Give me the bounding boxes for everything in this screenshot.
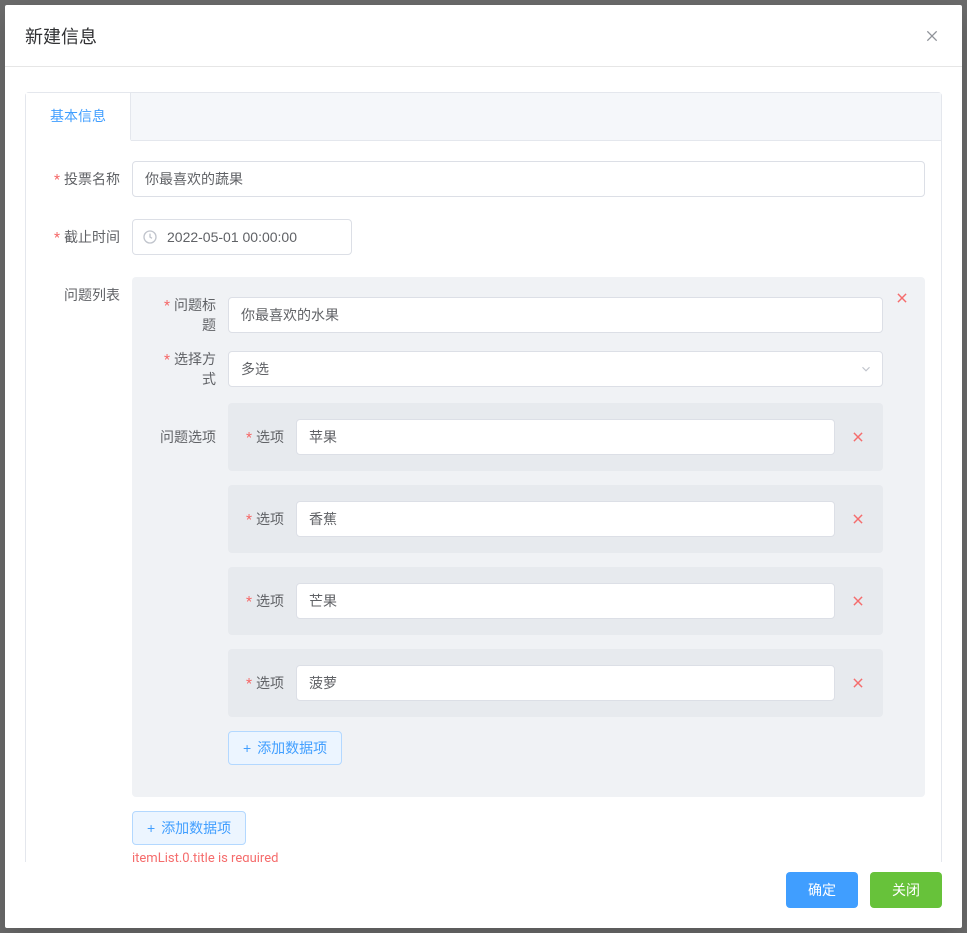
options-column: 选项 选项 [228,403,883,765]
option-input-1[interactable] [296,501,835,537]
label-question-options: 问题选项 [150,403,228,447]
row-question-options: 问题选项 选项 [150,403,883,765]
deadline-input[interactable] [132,219,352,255]
close-icon [851,676,865,690]
option-row: 选项 [228,567,883,635]
plus-icon: + [243,740,251,756]
label-option: 选项 [244,427,296,447]
dialog-footer: 确定 关闭 [5,862,962,928]
label-option: 选项 [244,591,296,611]
select-mode-value[interactable] [228,351,883,387]
close-icon [851,430,865,444]
row-vote-name: 投票名称 [42,161,925,197]
vote-name-input[interactable] [132,161,925,197]
close-icon [895,291,909,305]
dialog-body: 基本信息 投票名称 截止时间 [5,67,962,862]
close-icon [851,512,865,526]
remove-option-button[interactable] [849,674,867,692]
select-mode-dropdown[interactable] [228,351,883,387]
remove-question-button[interactable] [893,289,911,307]
dialog-header: 新建信息 [5,5,962,67]
option-input-0[interactable] [296,419,835,455]
row-question-title: 问题标题 [150,295,883,335]
add-option-button[interactable]: + 添加数据项 [228,731,342,765]
option-row: 选项 [228,485,883,553]
validation-error: itemList.0.title is required [132,851,925,862]
option-input-3[interactable] [296,665,835,701]
remove-option-button[interactable] [849,510,867,528]
row-question-list: 问题列表 问题标题 选择方式 [42,277,925,862]
dialog-title: 新建信息 [25,23,97,49]
chevron-down-icon [859,362,873,376]
row-select-mode: 选择方式 [150,349,883,389]
clock-icon [142,229,158,245]
confirm-button[interactable]: 确定 [786,872,858,908]
label-option: 选项 [244,509,296,529]
confirm-button-label: 确定 [808,880,836,900]
tabs-bar: 基本信息 [26,93,941,141]
tab-basic-info[interactable]: 基本信息 [26,93,131,141]
deadline-picker[interactable] [132,219,352,255]
close-button-label: 关闭 [892,880,920,900]
add-question-label: 添加数据项 [161,818,231,838]
label-option: 选项 [244,673,296,693]
question-title-input[interactable] [228,297,883,333]
row-deadline: 截止时间 [42,219,925,255]
close-icon [924,28,940,44]
label-vote-name: 投票名称 [42,169,132,189]
close-button[interactable]: 关闭 [870,872,942,908]
tab-basic-info-label: 基本信息 [50,106,106,126]
plus-icon: + [147,820,155,836]
tab-content: 投票名称 截止时间 问题列表 [26,141,941,862]
remove-option-button[interactable] [849,592,867,610]
add-option-label: 添加数据项 [257,738,327,758]
option-row: 选项 [228,403,883,471]
add-question-button[interactable]: + 添加数据项 [132,811,246,845]
question-list-body: 问题标题 选择方式 [132,277,925,862]
label-select-mode: 选择方式 [150,349,228,389]
option-input-2[interactable] [296,583,835,619]
dialog: 新建信息 基本信息 投票名称 截止时间 [5,5,962,928]
question-card: 问题标题 选择方式 [132,277,925,797]
label-question-title: 问题标题 [150,295,228,335]
dialog-close-button[interactable] [922,26,942,46]
remove-option-button[interactable] [849,428,867,446]
option-row: 选项 [228,649,883,717]
label-question-list: 问题列表 [42,277,132,305]
close-icon [851,594,865,608]
form-panel: 基本信息 投票名称 截止时间 [25,92,942,862]
label-deadline: 截止时间 [42,227,132,247]
